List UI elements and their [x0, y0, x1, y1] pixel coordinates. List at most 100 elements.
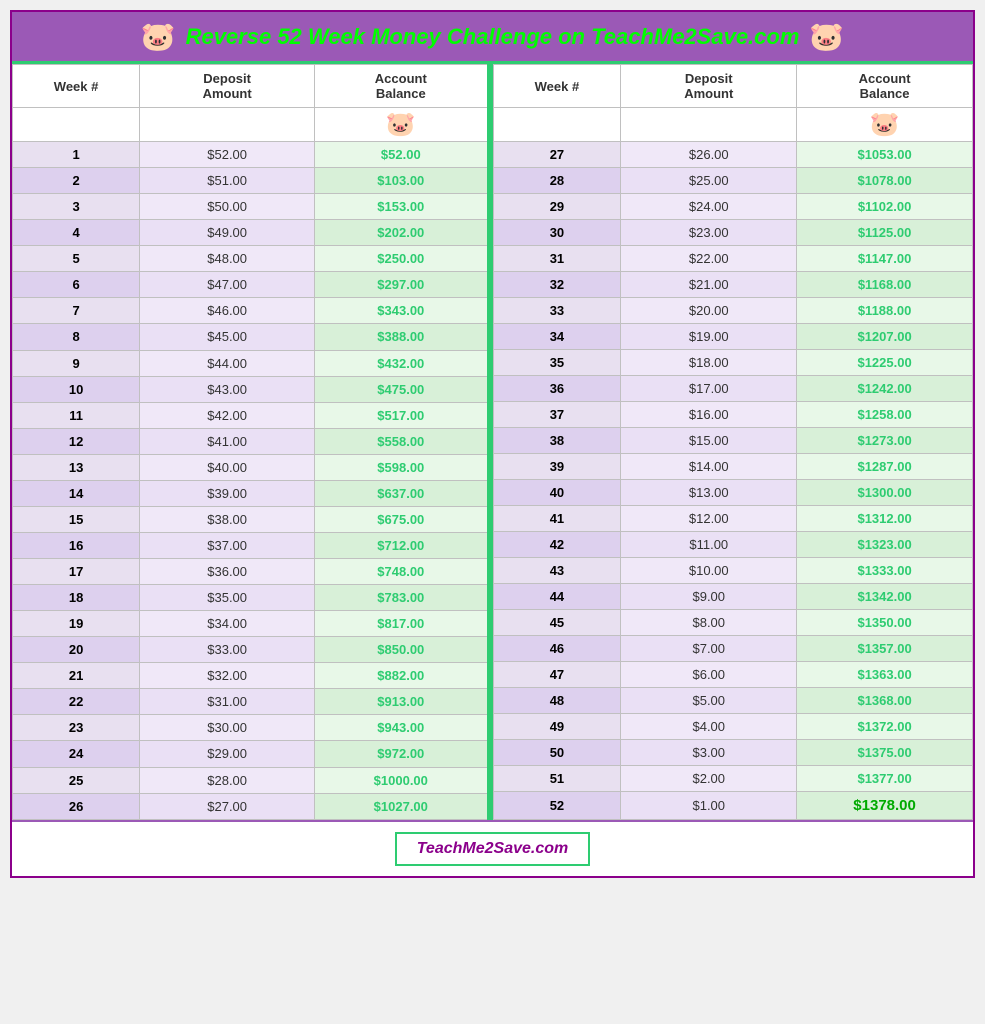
week-cell: 23	[13, 715, 140, 741]
balance-cell: $637.00	[315, 480, 490, 506]
deposit-cell: $18.00	[621, 350, 797, 376]
balance-cell: $913.00	[315, 689, 490, 715]
balance-cell: $817.00	[315, 611, 490, 637]
table-row: 16$37.00$712.00	[13, 532, 490, 558]
deposit-cell: $3.00	[621, 740, 797, 766]
page-header: 🐷 Reverse 52 Week Money Challenge on Tea…	[12, 12, 973, 64]
table-row: 7$46.00$343.00	[13, 298, 490, 324]
balance-cell: $1312.00	[797, 506, 973, 532]
week-cell: 19	[13, 611, 140, 637]
table-wrapper: Week # DepositAmount AccountBalance 🐷 1$…	[12, 64, 973, 820]
balance-cell: $850.00	[315, 637, 490, 663]
balance-cell: $1342.00	[797, 584, 973, 610]
week-cell: 3	[13, 194, 140, 220]
deposit-cell: $52.00	[140, 142, 315, 168]
table-row: 13$40.00$598.00	[13, 454, 490, 480]
deposit-cell: $27.00	[140, 793, 315, 819]
balance-cell: $475.00	[315, 376, 490, 402]
balance-cell: $153.00	[315, 194, 490, 220]
table-row: 28$25.00$1078.00	[493, 168, 973, 194]
table-row: 15$38.00$675.00	[13, 506, 490, 532]
table-row: 46$7.00$1357.00	[493, 636, 973, 662]
table-row: 39$14.00$1287.00	[493, 454, 973, 480]
week-cell: 29	[493, 194, 621, 220]
deposit-cell: $44.00	[140, 350, 315, 376]
table-row: 30$23.00$1125.00	[493, 220, 973, 246]
week-cell: 24	[13, 741, 140, 767]
table-row: 17$36.00$748.00	[13, 559, 490, 585]
deposit-cell: $5.00	[621, 688, 797, 714]
right-week-pig-cell	[493, 108, 621, 142]
deposit-cell: $15.00	[621, 428, 797, 454]
table-row: 11$42.00$517.00	[13, 402, 490, 428]
balance-cell: $598.00	[315, 454, 490, 480]
deposit-cell: $14.00	[621, 454, 797, 480]
week-cell: 40	[493, 480, 621, 506]
balance-cell: $52.00	[315, 142, 490, 168]
balance-cell: $558.00	[315, 428, 490, 454]
deposit-cell: $1.00	[621, 792, 797, 820]
balance-cell: $783.00	[315, 585, 490, 611]
week-cell: 7	[13, 298, 140, 324]
week-cell: 1	[13, 142, 140, 168]
table-row: 40$13.00$1300.00	[493, 480, 973, 506]
left-table: Week # DepositAmount AccountBalance 🐷 1$…	[12, 64, 493, 820]
table-row: 21$32.00$882.00	[13, 663, 490, 689]
deposit-cell: $50.00	[140, 194, 315, 220]
table-row: 14$39.00$637.00	[13, 480, 490, 506]
deposit-cell: $46.00	[140, 298, 315, 324]
deposit-cell: $4.00	[621, 714, 797, 740]
table-row: 38$15.00$1273.00	[493, 428, 973, 454]
deposit-cell: $17.00	[621, 376, 797, 402]
pig-row-left: 🐷	[13, 108, 490, 142]
deposit-cell: $39.00	[140, 480, 315, 506]
week-cell: 11	[13, 402, 140, 428]
balance-cell: $1323.00	[797, 532, 973, 558]
balance-cell: $297.00	[315, 272, 490, 298]
table-row: 33$20.00$1188.00	[493, 298, 973, 324]
week-cell: 45	[493, 610, 621, 636]
deposit-cell: $13.00	[621, 480, 797, 506]
week-cell: 5	[13, 246, 140, 272]
table-row: 8$45.00$388.00	[13, 324, 490, 350]
table-row: 26$27.00$1027.00	[13, 793, 490, 819]
week-cell: 36	[493, 376, 621, 402]
deposit-cell: $24.00	[621, 194, 797, 220]
balance-cell: $388.00	[315, 324, 490, 350]
week-cell: 41	[493, 506, 621, 532]
balance-cell: $1300.00	[797, 480, 973, 506]
deposit-cell: $38.00	[140, 506, 315, 532]
footer-website: TeachMe2Save.com	[395, 832, 590, 866]
table-row: 36$17.00$1242.00	[493, 376, 973, 402]
table-row: 43$10.00$1333.00	[493, 558, 973, 584]
left-balance-header: AccountBalance	[315, 65, 490, 108]
table-row: 44$9.00$1342.00	[493, 584, 973, 610]
table-row: 37$16.00$1258.00	[493, 402, 973, 428]
balance-cell: $1372.00	[797, 714, 973, 740]
week-cell: 51	[493, 766, 621, 792]
week-cell: 27	[493, 142, 621, 168]
balance-cell: $1027.00	[315, 793, 490, 819]
table-row: 35$18.00$1225.00	[493, 350, 973, 376]
balance-cell: $103.00	[315, 168, 490, 194]
deposit-cell: $42.00	[140, 402, 315, 428]
week-cell: 46	[493, 636, 621, 662]
header-row-right: Week # DepositAmount AccountBalance	[493, 65, 973, 108]
table-row: 47$6.00$1363.00	[493, 662, 973, 688]
balance-cell: $517.00	[315, 402, 490, 428]
balance-cell: $1188.00	[797, 298, 973, 324]
week-cell: 9	[13, 350, 140, 376]
week-cell: 31	[493, 246, 621, 272]
balance-cell: $675.00	[315, 506, 490, 532]
week-cell: 6	[13, 272, 140, 298]
week-cell: 28	[493, 168, 621, 194]
deposit-cell: $21.00	[621, 272, 797, 298]
balance-cell: $1168.00	[797, 272, 973, 298]
deposit-cell: $34.00	[140, 611, 315, 637]
week-cell: 21	[13, 663, 140, 689]
table-row: 29$24.00$1102.00	[493, 194, 973, 220]
balance-cell: $1357.00	[797, 636, 973, 662]
week-cell: 22	[13, 689, 140, 715]
deposit-cell: $47.00	[140, 272, 315, 298]
table-row: 45$8.00$1350.00	[493, 610, 973, 636]
